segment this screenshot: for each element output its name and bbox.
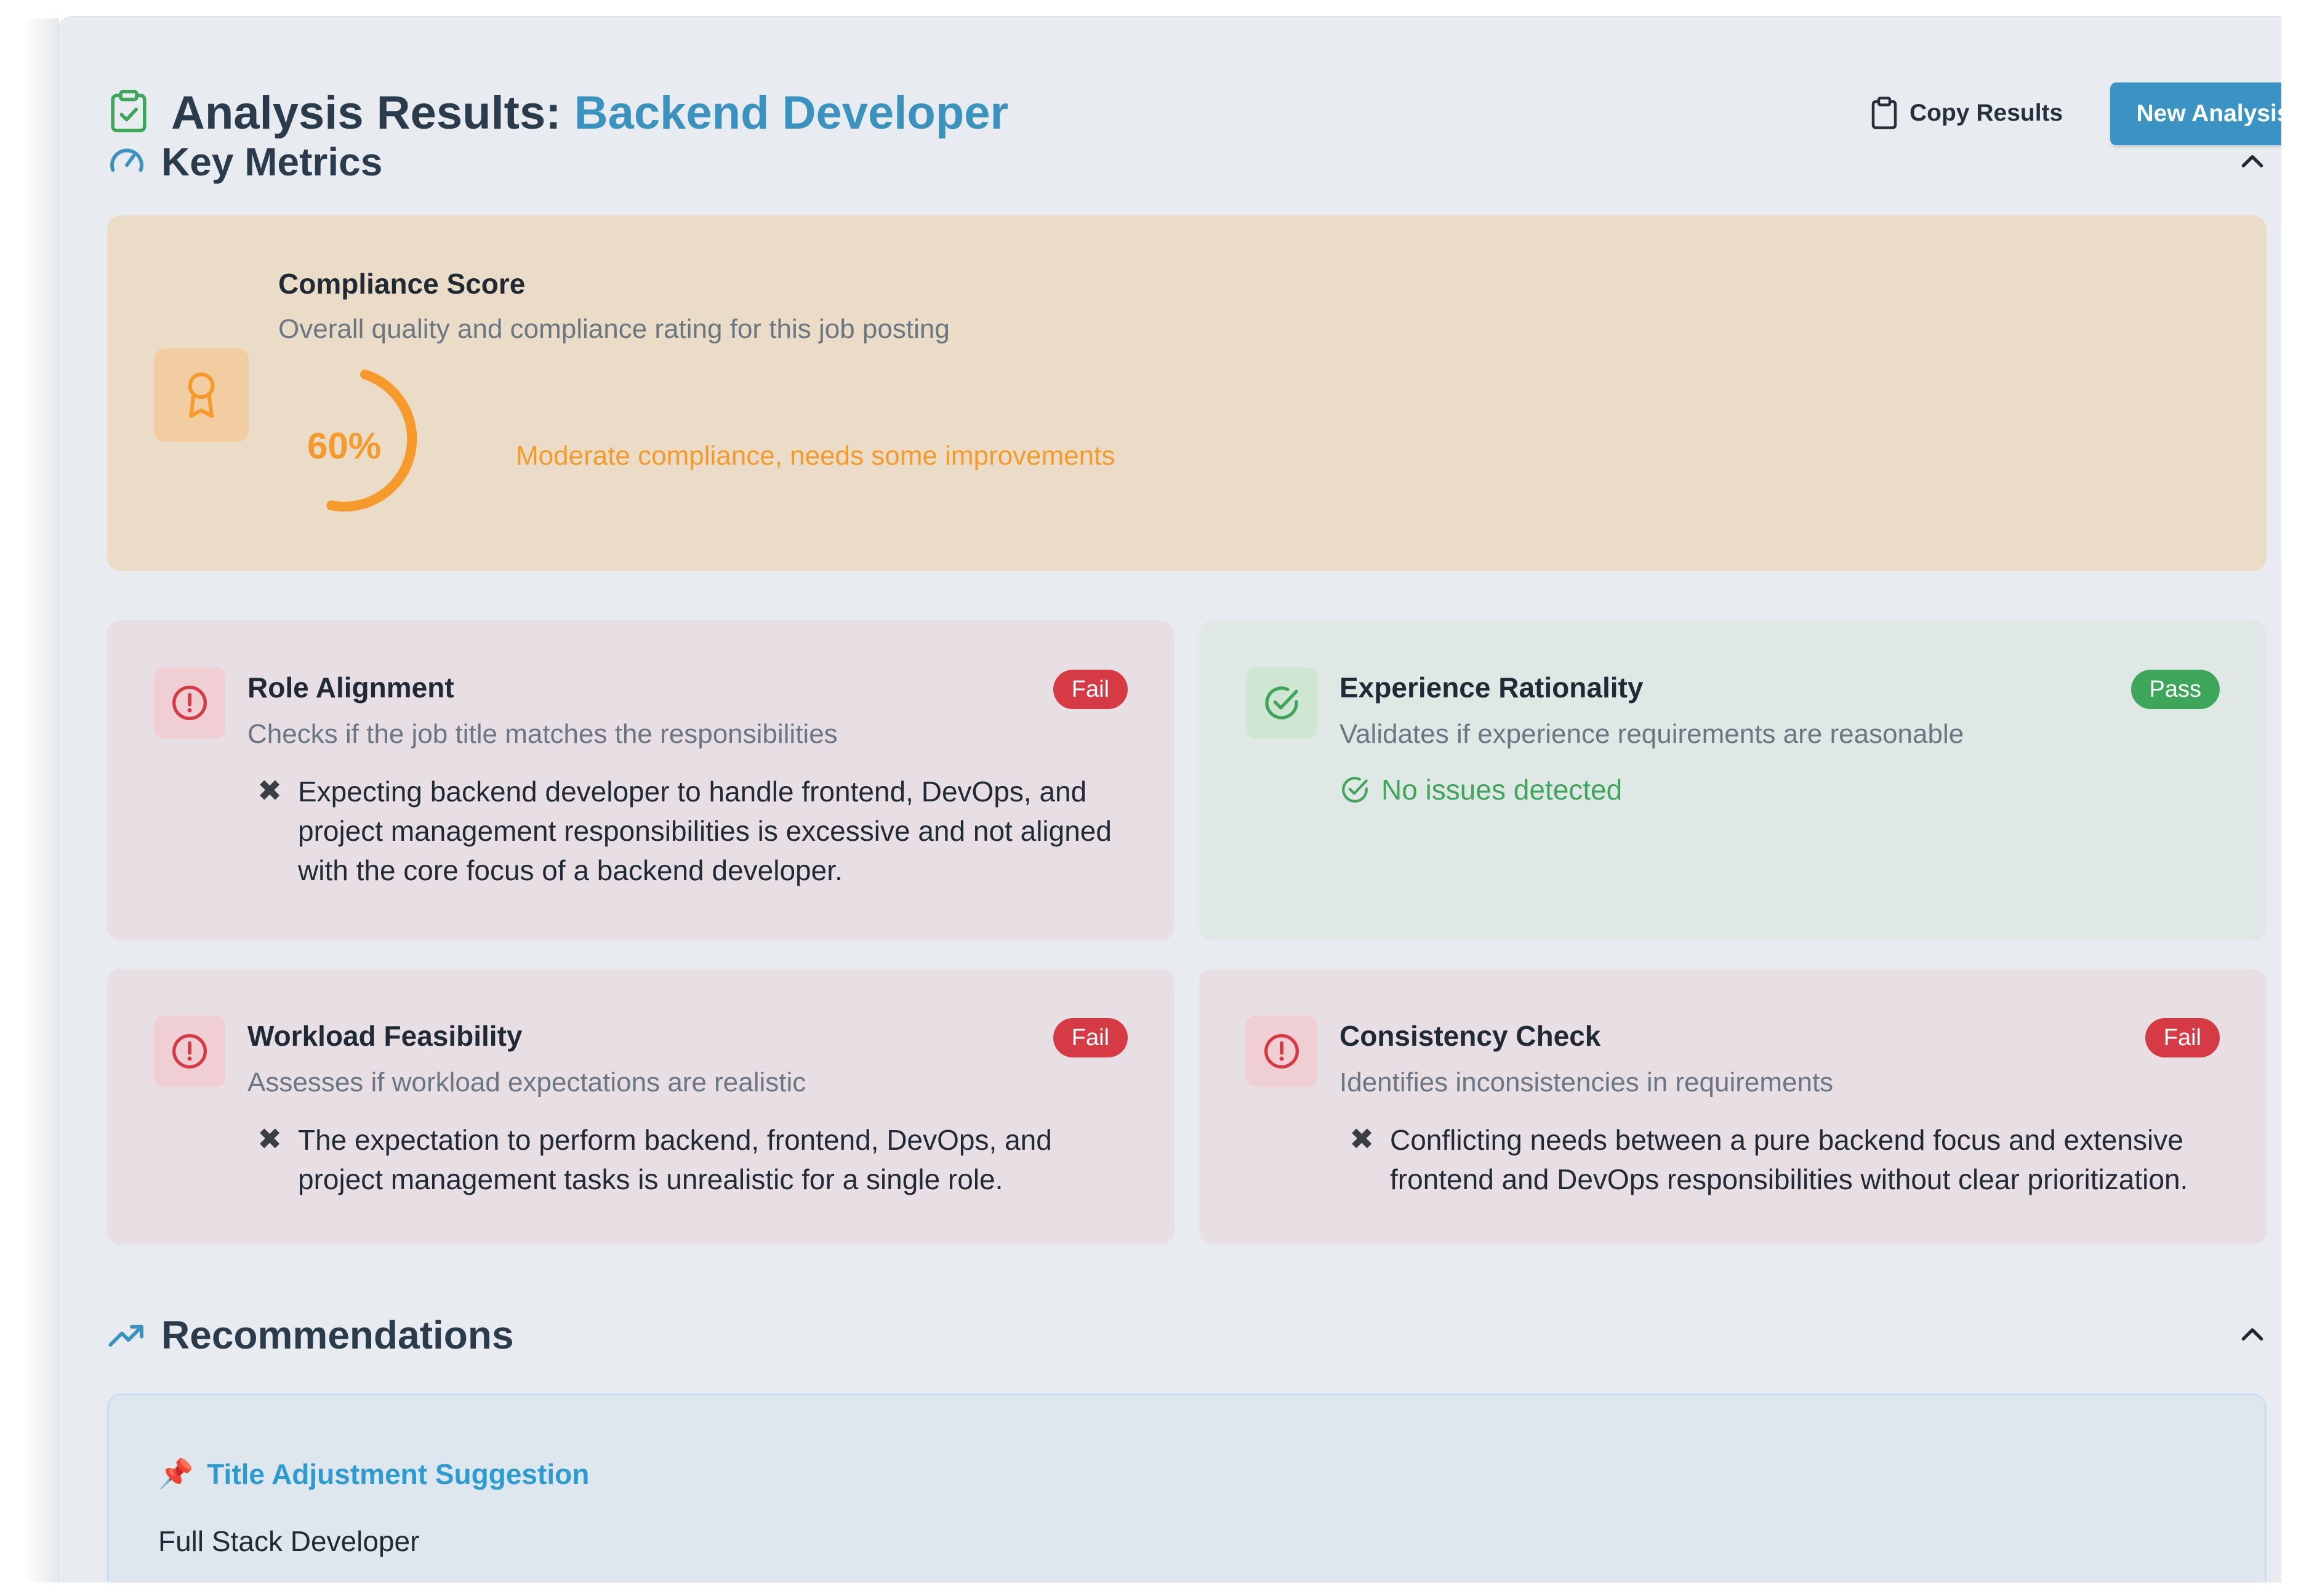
chevron-up-icon[interactable] (2237, 1320, 2268, 1350)
no-issues-message: No issues detected (1339, 773, 1622, 806)
no-issues-text: No issues detected (1381, 774, 1623, 806)
status-badge: Pass (2130, 670, 2220, 709)
recommendation-card: 📌 Title Adjustment Suggestion Full Stack… (107, 1393, 2267, 1582)
alert-circle-icon (1246, 1016, 1317, 1087)
experience-rationality-card: Experience Rationality Validates if expe… (1199, 620, 2267, 940)
alert-circle-icon (154, 667, 225, 739)
page-title: Analysis Results: Backend Developer (171, 85, 1008, 141)
check-circle-icon (1342, 777, 1368, 803)
card-title: Experience Rationality (1339, 672, 1644, 704)
results-panel: Analysis Results: Backend Developer Copy… (58, 16, 2281, 1582)
card-subtitle: Checks if the job title matches the resp… (247, 719, 838, 749)
card-subtitle: Validates if experience requirements are… (1339, 719, 1964, 749)
status-badge: Fail (1053, 670, 1128, 709)
status-badge: Fail (2145, 1018, 2220, 1057)
recommendation-title: 📌 Title Adjustment Suggestion (158, 1457, 589, 1491)
trending-up-icon (108, 1325, 143, 1347)
x-mark-icon: ✖ (257, 1123, 283, 1156)
card-subtitle: Identifies inconsistencies in requiremen… (1339, 1067, 1834, 1097)
clipboard-icon (1871, 97, 1897, 129)
pushpin-icon: 📌 (158, 1458, 194, 1490)
panel-shadow (25, 18, 59, 1582)
check-circle-icon (1246, 667, 1317, 739)
issue-text: Conflicting needs between a pure backend… (1390, 1124, 2188, 1195)
compliance-score-value: 60% (307, 425, 382, 467)
role-alignment-card: Role Alignment Checks if the job title m… (107, 620, 1175, 940)
recommendation-body: Full Stack Developer (158, 1525, 420, 1557)
recommendation-title-text: Title Adjustment Suggestion (207, 1458, 590, 1490)
key-metrics-header[interactable]: Key Metrics (107, 134, 2268, 190)
compliance-score-card: Compliance Score Overall quality and com… (107, 215, 2267, 571)
issue-item: ✖ Conflicting needs between a pure backe… (1349, 1120, 2217, 1199)
card-subtitle: Assesses if workload expectations are re… (247, 1067, 806, 1097)
issue-text: Expecting backend developer to handle fr… (298, 776, 1112, 886)
workload-feasibility-card: Workload Feasibility Assesses if workloa… (107, 969, 1175, 1245)
chevron-up-icon[interactable] (2237, 146, 2268, 177)
recommendations-title: Recommendations (161, 1313, 514, 1357)
gauge-icon (110, 148, 143, 172)
title-role: Backend Developer (574, 87, 1009, 139)
title-prefix: Analysis Results: (171, 87, 574, 139)
compliance-description: Moderate compliance, needs some improvem… (516, 441, 1115, 471)
card-title: Role Alignment (247, 672, 454, 704)
clipboard-check-icon (111, 89, 147, 132)
compliance-subtitle: Overall quality and compliance rating fo… (278, 314, 950, 344)
issue-text: The expectation to perform backend, fron… (298, 1124, 1052, 1195)
award-icon (154, 348, 249, 442)
consistency-check-card: Consistency Check Identifies inconsisten… (1199, 969, 2267, 1245)
x-mark-icon: ✖ (257, 775, 283, 808)
card-title: Consistency Check (1339, 1020, 1601, 1052)
issue-item: ✖ The expectation to perform backend, fr… (257, 1120, 1125, 1199)
recommendations-header[interactable]: Recommendations (107, 1307, 2268, 1363)
key-metrics-title: Key Metrics (161, 140, 383, 184)
copy-results-label: Copy Results (1909, 100, 2063, 126)
alert-circle-icon (154, 1016, 225, 1087)
status-badge: Fail (1053, 1018, 1128, 1057)
card-title: Workload Feasibility (247, 1020, 523, 1052)
issue-item: ✖ Expecting backend developer to handle … (257, 772, 1125, 890)
x-mark-icon: ✖ (1349, 1123, 1375, 1156)
results-header: Analysis Results: Backend Developer Copy… (110, 73, 2281, 145)
compliance-title: Compliance Score (278, 268, 526, 300)
